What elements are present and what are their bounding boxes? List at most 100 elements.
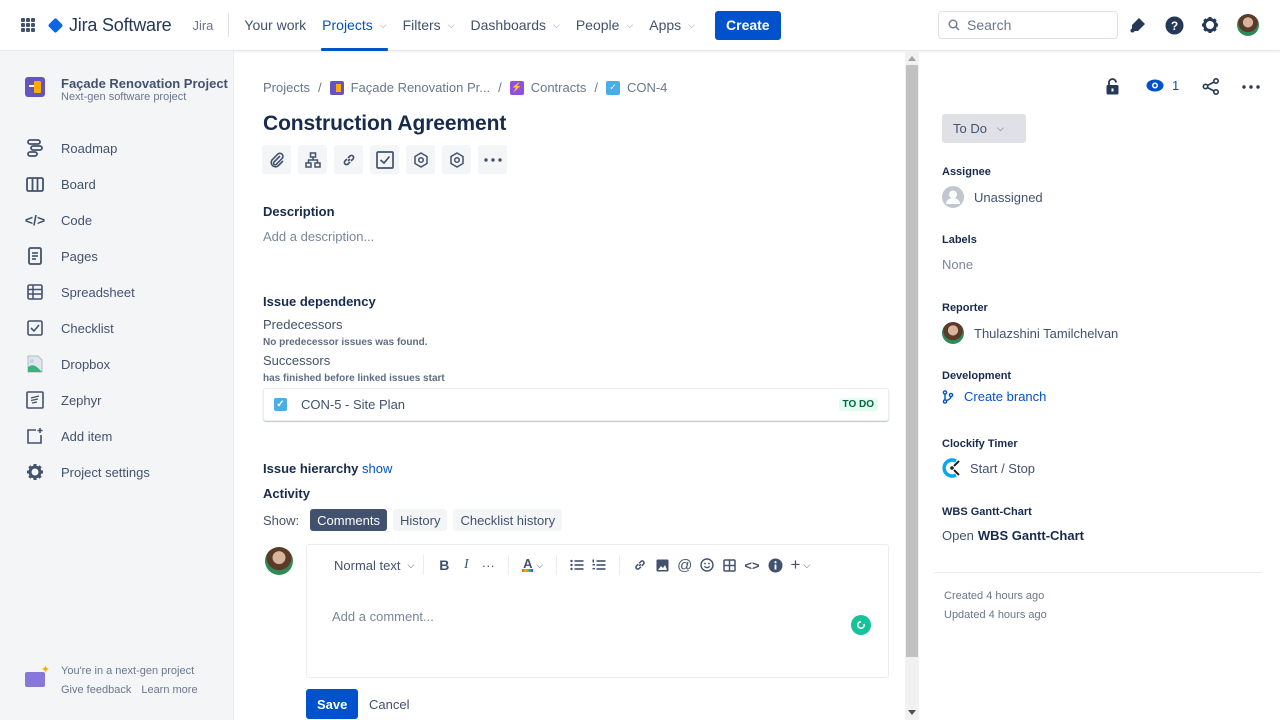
- linked-issue-summary[interactable]: CON-5 - Site Plan: [301, 397, 405, 412]
- nav-projects[interactable]: Projects ⌵: [321, 0, 388, 51]
- comment-editor[interactable]: Normal text ⌵ B I ··· A ⌵ @ <> + ⌵ Add a c…: [306, 544, 889, 678]
- italic-icon[interactable]: I: [459, 557, 473, 573]
- jira-logo[interactable]: Jira Software: [47, 15, 172, 36]
- labels-value[interactable]: None: [942, 257, 973, 272]
- breadcrumb-projects[interactable]: Projects: [263, 80, 310, 95]
- breadcrumb-project[interactable]: Façade Renovation Pr...: [351, 80, 490, 95]
- nav-divider: [228, 13, 230, 37]
- watcher-count: 1: [1172, 78, 1180, 93]
- attach-icon: [269, 152, 284, 168]
- link-icon[interactable]: [633, 558, 647, 572]
- link-issue-button[interactable]: [334, 145, 363, 174]
- wbs-gantt-link[interactable]: Open WBS Gantt-Chart: [942, 528, 1084, 543]
- sidebar-item-checklist[interactable]: Checklist: [25, 316, 114, 340]
- reporter-value: Thulazshini Tamilchelvan: [974, 325, 1119, 341]
- scroll-down-arrow[interactable]: [908, 710, 916, 715]
- share-button[interactable]: [1202, 78, 1220, 95]
- scroll-up-arrow[interactable]: [908, 56, 916, 61]
- search-input[interactable]: Search: [938, 11, 1118, 39]
- sidebar-item-spreadsheet[interactable]: Spreadsheet: [25, 280, 135, 304]
- add-item-icon: [25, 426, 45, 446]
- sidebar-item-pages[interactable]: Pages: [25, 244, 98, 268]
- issue-hierarchy-label: Issue hierarchy: [263, 461, 359, 476]
- filter-history[interactable]: History: [393, 509, 448, 531]
- project-header[interactable]: Façade Renovation Project Next-gen softw…: [25, 76, 228, 103]
- create-branch-link[interactable]: Create branch: [942, 389, 1046, 404]
- site-name[interactable]: Jira: [192, 18, 213, 33]
- emoji-icon[interactable]: [700, 558, 715, 572]
- app-action-button[interactable]: [442, 145, 471, 174]
- bullet-list-icon[interactable]: [570, 559, 584, 571]
- grammarly-icon[interactable]: [851, 615, 871, 635]
- add-checklist-button[interactable]: [370, 145, 399, 174]
- clockify-start-stop[interactable]: Start / Stop: [942, 457, 1035, 479]
- learn-more-link[interactable]: Learn more: [141, 684, 197, 696]
- text-color-icon[interactable]: A ⌵: [522, 557, 543, 572]
- sidebar-item-zephyr[interactable]: Zephyr: [25, 388, 101, 412]
- save-button[interactable]: Save: [306, 689, 359, 719]
- notifications-icon[interactable]: [1128, 15, 1148, 35]
- breadcrumb-issue-key[interactable]: CON-4: [627, 80, 667, 95]
- app-switcher-icon[interactable]: [21, 18, 35, 32]
- wbs-link-text: WBS Gantt-Chart: [977, 528, 1084, 543]
- sidebar-item-roadmap[interactable]: Roadmap: [25, 136, 117, 160]
- description-field[interactable]: Add a description...: [263, 229, 374, 244]
- create-button[interactable]: Create: [715, 10, 781, 40]
- wbs-label: WBS Gantt-Chart: [942, 506, 1032, 518]
- text-style-dropdown[interactable]: Normal text ⌵: [334, 558, 414, 573]
- sidebar-label: Project settings: [61, 464, 150, 480]
- filter-comments[interactable]: Comments: [310, 509, 387, 531]
- profile-avatar[interactable]: [1237, 14, 1259, 36]
- scrollbar-thumb[interactable]: [906, 65, 918, 657]
- assignee-label: Assignee: [942, 166, 991, 178]
- info-panel-icon[interactable]: [768, 558, 783, 573]
- more-actions-button[interactable]: [478, 145, 507, 174]
- bold-icon[interactable]: B: [437, 557, 451, 573]
- filter-checklist-history[interactable]: Checklist history: [453, 509, 563, 531]
- numbered-list-icon[interactable]: [592, 559, 606, 571]
- sidebar-item-add-item[interactable]: Add item: [25, 424, 112, 448]
- breadcrumb-epic[interactable]: Contracts: [531, 80, 587, 95]
- nav-your-work[interactable]: Your work: [243, 0, 307, 51]
- project-type: Next-gen software project: [61, 91, 187, 103]
- nav-apps[interactable]: Apps ⌵: [648, 0, 696, 51]
- roadmap-icon: [25, 138, 45, 158]
- sidebar-item-project-settings[interactable]: Project settings: [25, 460, 150, 484]
- issue-title[interactable]: Construction Agreement: [263, 112, 506, 136]
- give-feedback-link[interactable]: Give feedback: [61, 684, 131, 696]
- nav-filters[interactable]: Filters ⌵: [402, 0, 456, 51]
- more-formatting-icon[interactable]: ···: [481, 558, 495, 573]
- details-divider: [934, 572, 1262, 573]
- sidebar-item-board[interactable]: Board: [25, 172, 96, 196]
- issue-hierarchy-show-link[interactable]: show: [362, 461, 392, 476]
- insert-more-icon[interactable]: + ⌵: [791, 555, 811, 575]
- attach-button[interactable]: [262, 145, 291, 174]
- app-icon: [413, 151, 428, 168]
- create-branch-label: Create branch: [964, 389, 1047, 404]
- linked-issue-row[interactable]: ✓ CON-5 - Site Plan TO DO: [263, 388, 889, 421]
- restrictions-button[interactable]: [1106, 78, 1119, 95]
- assignee-field[interactable]: Unassigned: [942, 186, 1043, 208]
- main-scrollbar[interactable]: [905, 51, 919, 720]
- cancel-button[interactable]: Cancel: [369, 689, 409, 719]
- nav-dashboards[interactable]: Dashboards ⌵: [470, 0, 561, 51]
- image-icon[interactable]: [655, 559, 669, 572]
- sidebar-item-code[interactable]: </> Code: [25, 208, 92, 232]
- sidebar-item-dropbox[interactable]: Dropbox: [25, 352, 110, 376]
- app-action-button[interactable]: [406, 145, 435, 174]
- more-actions-button[interactable]: [1242, 85, 1260, 89]
- settings-icon[interactable]: [1200, 15, 1220, 35]
- table-icon[interactable]: [722, 558, 736, 572]
- toolbar-divider: [423, 555, 425, 575]
- add-child-issue-button[interactable]: [298, 145, 327, 174]
- nav-people[interactable]: People ⌵: [575, 0, 634, 51]
- search-icon: [948, 19, 960, 31]
- reporter-field[interactable]: Thulazshini Tamilchelvan: [942, 322, 1118, 344]
- status-dropdown[interactable]: To Do ⌵: [942, 114, 1026, 143]
- link-icon: [343, 154, 354, 165]
- help-icon[interactable]: ?: [1164, 15, 1184, 35]
- code-snippet-icon[interactable]: <>: [744, 558, 759, 573]
- watch-button[interactable]: 1: [1146, 78, 1179, 93]
- mention-icon[interactable]: @: [677, 557, 692, 574]
- zephyr-icon: [25, 390, 45, 410]
